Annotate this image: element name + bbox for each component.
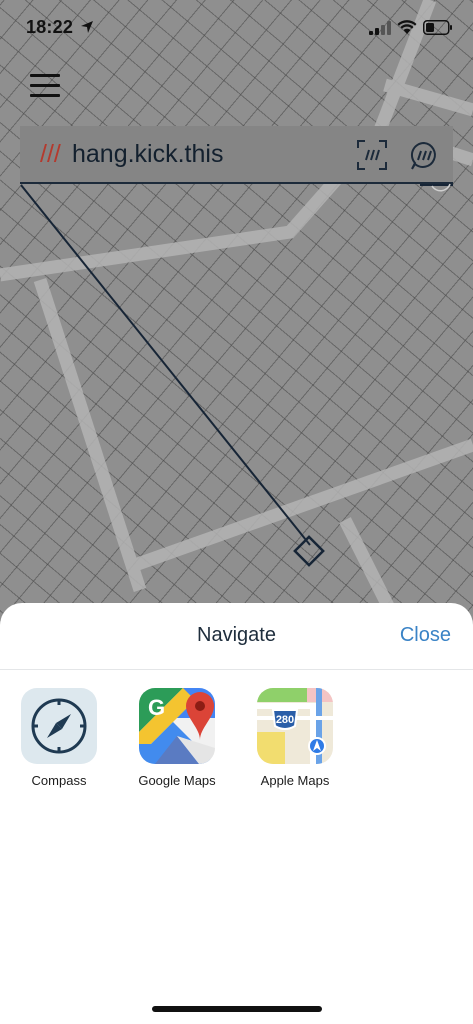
menu-icon-line: [30, 84, 60, 87]
app-compass[interactable]: Compass: [4, 688, 114, 788]
menu-button[interactable]: [26, 70, 66, 102]
signal-icon: [369, 21, 391, 35]
app-apple-maps[interactable]: 280 Apple Maps: [240, 688, 350, 788]
app-label: Google Maps: [138, 773, 216, 788]
address-box[interactable]: /// hang.kick.this: [20, 126, 453, 184]
compass-icon[interactable]: [21, 688, 97, 764]
apps-row: Compass G Google Maps 280 Apple Maps: [0, 688, 473, 808]
close-button[interactable]: Close: [400, 624, 451, 647]
svg-text:280: 280: [276, 714, 294, 726]
status-bar: 18:22: [0, 0, 473, 56]
scan-icon[interactable]: [357, 140, 387, 170]
menu-icon-line: [30, 94, 60, 97]
map-roads: [0, 0, 473, 623]
svg-text:G: G: [148, 695, 165, 720]
status-time: 18:22: [26, 17, 74, 37]
google-maps-icon[interactable]: G: [139, 688, 215, 764]
screen: 18:22 /// hang.kick.this Navigate Close …: [0, 0, 473, 1024]
sheet-header: Navigate Close: [0, 603, 473, 670]
voice-icon[interactable]: [409, 141, 439, 171]
address-slashes: ///: [40, 140, 61, 168]
battery-icon: [423, 20, 452, 35]
map-view[interactable]: [0, 0, 473, 640]
app-label: Apple Maps: [260, 773, 330, 788]
navigate-sheet: Navigate Close Compass G Google Maps 280…: [0, 603, 473, 1024]
app-label: Compass: [31, 773, 87, 788]
apple-maps-icon[interactable]: 280: [257, 688, 333, 764]
menu-icon: [30, 74, 60, 77]
app-google-maps[interactable]: G Google Maps: [122, 688, 232, 788]
location-arrow-icon: [81, 21, 93, 33]
wifi-icon: [397, 20, 417, 34]
home-indicator[interactable]: [152, 1006, 322, 1012]
address-text: hang.kick.this: [72, 140, 224, 168]
